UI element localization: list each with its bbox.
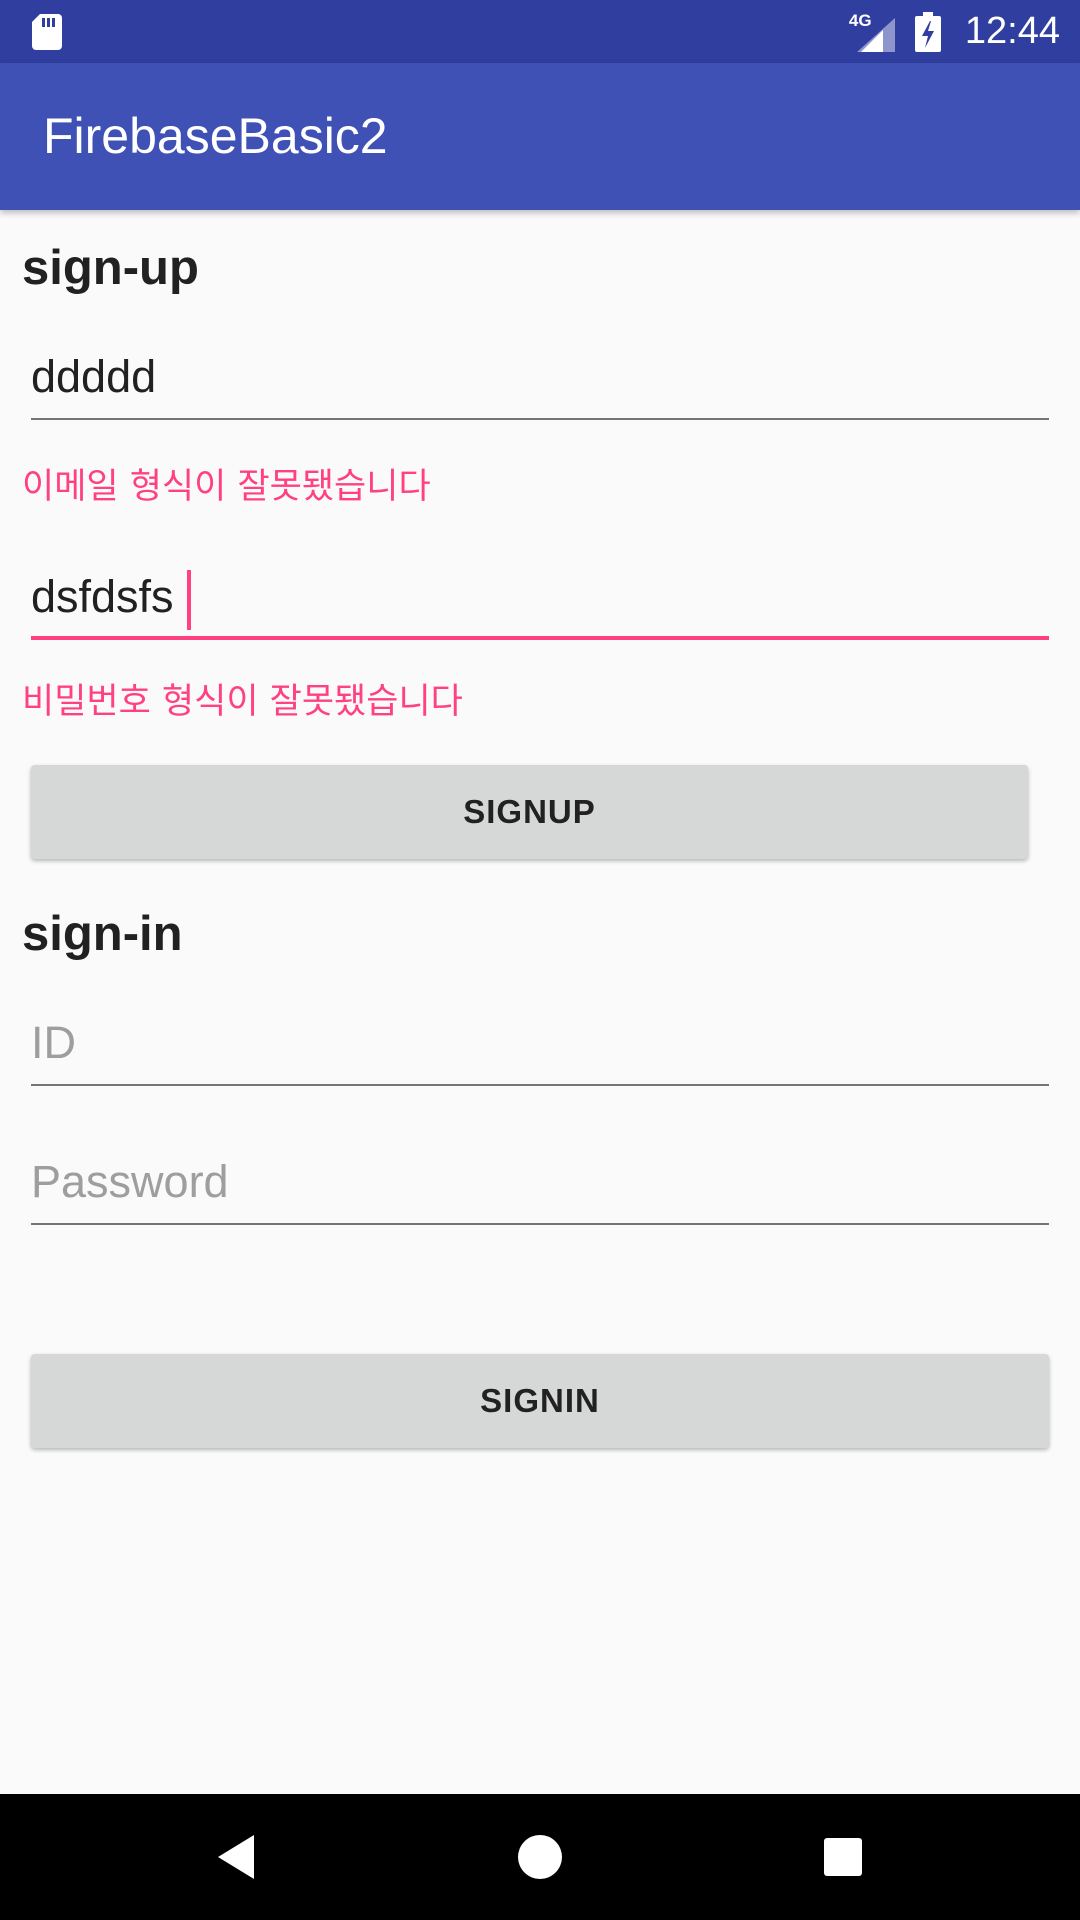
signin-title: sign-in <box>22 907 183 961</box>
signal-icon: 4G <box>849 12 895 52</box>
signup-password-field[interactable] <box>31 560 1049 640</box>
signup-password-error: 비밀번호 형식이 잘못됐습니다 <box>22 682 463 722</box>
signup-password-underline <box>31 636 1049 640</box>
signup-email-error: 이메일 형식이 잘못됐습니다 <box>22 467 431 507</box>
home-icon[interactable] <box>515 1832 565 1882</box>
back-icon[interactable] <box>212 1832 262 1882</box>
navigation-bar <box>0 1794 1080 1920</box>
app-title: FirebaseBasic2 <box>43 108 388 164</box>
recents-icon[interactable] <box>818 1832 868 1882</box>
battery-charging-icon <box>914 11 941 52</box>
signin-id-underline <box>31 1084 1049 1086</box>
signup-button[interactable]: SIGNUP <box>31 765 1028 859</box>
signin-button[interactable]: SIGNIN <box>31 1354 1049 1448</box>
signup-email-input[interactable] <box>31 340 1049 414</box>
app-bar: FirebaseBasic2 <box>0 63 1080 210</box>
signin-id-field[interactable] <box>31 1006 1049 1086</box>
signup-email-field[interactable] <box>31 340 1049 420</box>
status-bar: 4G 12:44 <box>0 0 1080 63</box>
signin-id-input[interactable] <box>31 1006 1049 1080</box>
sd-card-icon <box>32 14 62 50</box>
signin-password-underline <box>31 1223 1049 1225</box>
signin-password-field[interactable] <box>31 1145 1049 1225</box>
text-cursor <box>187 570 191 630</box>
signin-password-input[interactable] <box>31 1145 1049 1219</box>
signup-password-input[interactable] <box>31 560 1049 634</box>
status-time: 12:44 <box>964 10 1060 52</box>
signup-email-underline <box>31 418 1049 420</box>
signup-title: sign-up <box>22 241 199 295</box>
